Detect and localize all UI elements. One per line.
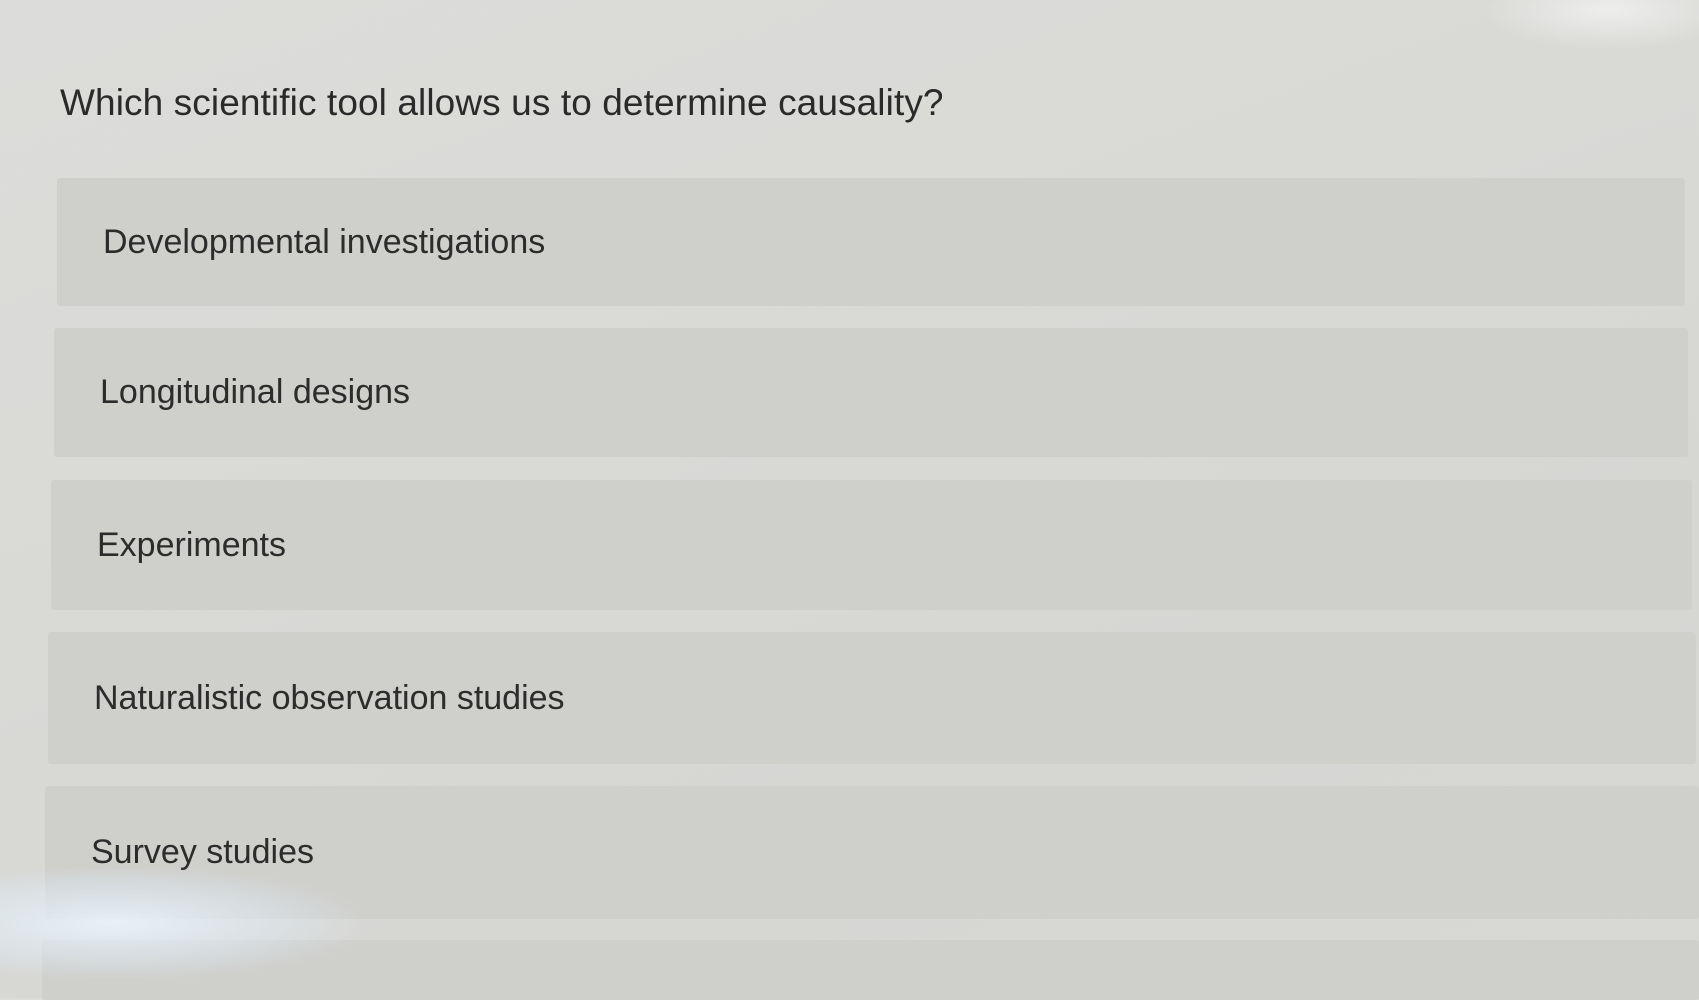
- answer-option-longitudinal-designs[interactable]: Longitudinal designs: [54, 328, 1688, 457]
- answer-option-label: Naturalistic observation studies: [94, 678, 565, 717]
- answer-option-survey-studies[interactable]: Survey studies: [45, 786, 1699, 919]
- answer-option-label: Experiments: [97, 525, 286, 564]
- answer-option-naturalistic-observation-studies[interactable]: Naturalistic observation studies: [48, 632, 1696, 764]
- answer-options-list: Developmental investigations Longitudina…: [0, 0, 1699, 1000]
- answer-option-label: Developmental investigations: [103, 222, 546, 261]
- answer-option-developmental-investigations[interactable]: Developmental investigations: [57, 178, 1685, 306]
- answer-option-label: Longitudinal designs: [100, 373, 411, 411]
- quiz-page: Which scientific tool allows us to deter…: [0, 0, 1699, 1000]
- answer-option-experiments[interactable]: Experiments: [51, 480, 1692, 610]
- answer-option-label: Survey studies: [91, 833, 314, 871]
- answer-option-partial[interactable]: [42, 940, 1699, 1000]
